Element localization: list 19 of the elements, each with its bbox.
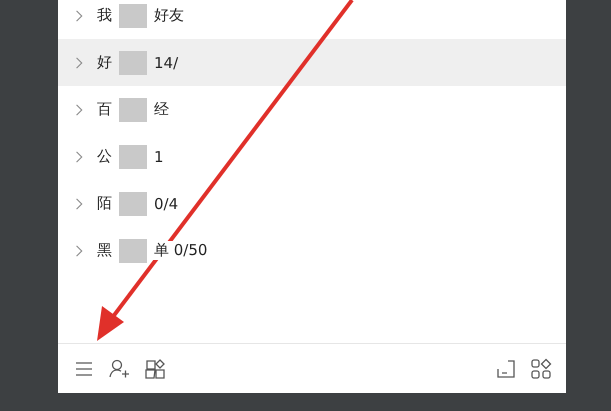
group-name: 我 [96, 6, 113, 25]
group-count: 单 0/50 [153, 241, 208, 260]
group-icon[interactable] [144, 358, 166, 380]
redaction-block [119, 4, 147, 28]
group-name: 黑 [96, 241, 113, 260]
group-name: 百 [96, 100, 113, 119]
group-count: 好友 [153, 6, 185, 25]
group-name: 公 [96, 147, 113, 166]
add-person-icon[interactable] [108, 358, 130, 380]
redaction-block [119, 238, 147, 262]
group-row[interactable]: 好 14/ [58, 39, 566, 86]
apps-icon[interactable] [530, 358, 552, 380]
redaction-block [119, 98, 147, 122]
group-name: 陌 [96, 194, 113, 213]
group-count: 0/4 [153, 194, 180, 212]
redaction-block [119, 144, 147, 168]
redaction-block [119, 50, 147, 74]
redaction-block [119, 192, 147, 216]
group-name: 好 [96, 53, 113, 72]
